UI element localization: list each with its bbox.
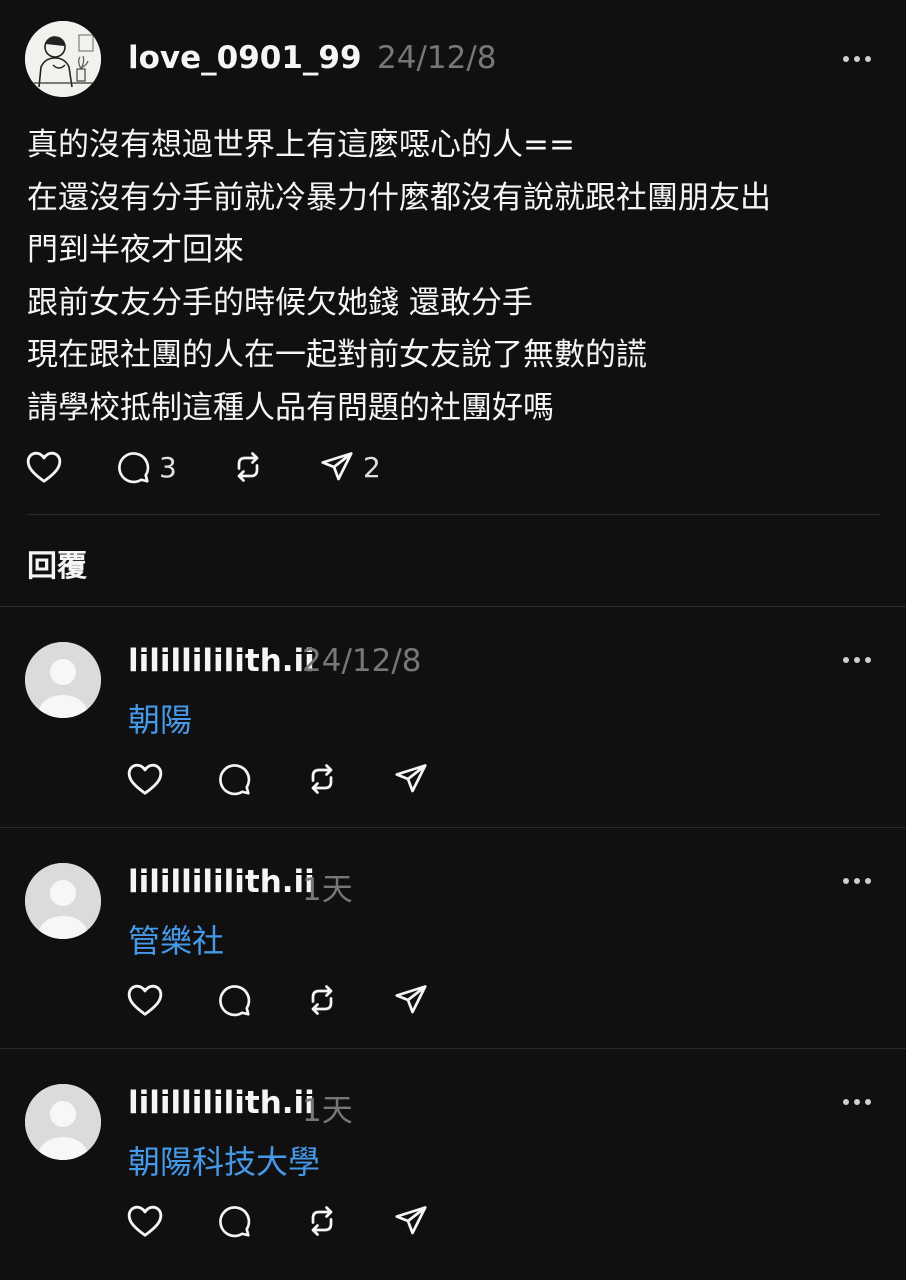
- repost-icon: [311, 764, 333, 794]
- sketch-avatar-icon: [25, 21, 101, 97]
- more-icon: [843, 1099, 871, 1105]
- send-icon: [395, 985, 427, 1014]
- reply-repost-button[interactable]: [304, 982, 340, 1018]
- comment-icon: [219, 1206, 251, 1238]
- post-line: 現在跟社團的人在一起對前女友說了無數的謊: [27, 337, 647, 373]
- reply-like-button[interactable]: [126, 1203, 164, 1239]
- reply-item: lilillililith.ii 1天 朝陽科技大學: [0, 1049, 906, 1269]
- repost-icon: [311, 985, 333, 1015]
- post-share-button[interactable]: 2: [319, 449, 381, 485]
- post-like-button[interactable]: [25, 449, 63, 485]
- reply-text[interactable]: 朝陽: [128, 695, 192, 741]
- comment-icon: [219, 764, 251, 796]
- send-icon: [321, 452, 353, 481]
- share-count: 2: [363, 450, 381, 484]
- post-line: 請學校抵制這種人品有問題的社團好嗎: [27, 389, 554, 426]
- reply-comment-button[interactable]: [216, 982, 252, 1018]
- reply-more-button[interactable]: [837, 869, 877, 893]
- post-timestamp: 24/12/8: [377, 40, 497, 76]
- reply-repost-button[interactable]: [304, 1203, 340, 1239]
- post-comment-button[interactable]: 3: [115, 449, 177, 485]
- reply-like-button[interactable]: [126, 982, 164, 1018]
- reply-timestamp: 1天: [302, 872, 353, 908]
- reply-share-button[interactable]: [393, 1203, 429, 1239]
- reply-text[interactable]: 朝陽科技大學: [128, 1137, 320, 1183]
- comment-count: 3: [159, 450, 177, 484]
- default-avatar-icon: [25, 863, 101, 939]
- reply-comment-button[interactable]: [216, 1203, 252, 1239]
- post-repost-button[interactable]: [230, 449, 266, 485]
- replies-heading: 回覆: [27, 549, 87, 584]
- reply-comment-button[interactable]: [216, 761, 252, 797]
- post-body: 真的沒有想過世界上有這麼噁心的人== 在還沒有分手前就冷暴力什麼都沒有說就跟社團…: [27, 119, 887, 434]
- reply-item: lilillililith.ii 1天 管樂社: [0, 828, 906, 1048]
- reply-share-button[interactable]: [393, 982, 429, 1018]
- send-icon: [395, 764, 427, 793]
- heart-icon: [127, 763, 163, 795]
- reply-avatar[interactable]: [25, 863, 101, 939]
- post-line: 在還沒有分手前就冷暴力什麼都沒有說就跟社團朋友出: [27, 179, 771, 216]
- reply-avatar[interactable]: [25, 642, 101, 718]
- default-avatar-icon: [25, 642, 101, 718]
- repost-icon: [311, 1206, 333, 1236]
- reply-username[interactable]: lilillililith.ii: [128, 1085, 315, 1121]
- reply-timestamp: 1天: [302, 1093, 353, 1129]
- post-line: 跟前女友分手的時候欠她錢 還敢分手: [27, 284, 533, 321]
- reply-text[interactable]: 管樂社: [128, 916, 224, 962]
- post-line: 門到半夜才回來: [27, 232, 244, 268]
- post-author-username[interactable]: love_0901_99: [128, 40, 362, 76]
- more-icon: [843, 56, 871, 62]
- post-line: 真的沒有想過世界上有這麼噁心的人==: [27, 127, 575, 163]
- more-icon: [843, 657, 871, 663]
- heart-icon: [127, 984, 163, 1016]
- post-author-avatar[interactable]: [25, 21, 101, 97]
- default-avatar-icon: [25, 1084, 101, 1160]
- comment-icon: [118, 452, 150, 484]
- reply-item: lilillililith.ii 24/12/8 朝陽: [0, 607, 906, 827]
- post-more-button[interactable]: [837, 47, 877, 71]
- reply-share-button[interactable]: [393, 761, 429, 797]
- heart-icon: [127, 1205, 163, 1237]
- reply-repost-button[interactable]: [304, 761, 340, 797]
- reply-timestamp: 24/12/8: [302, 643, 422, 679]
- reply-username[interactable]: lilillililith.ii: [128, 643, 315, 679]
- comment-icon: [219, 985, 251, 1017]
- more-icon: [843, 878, 871, 884]
- reply-more-button[interactable]: [837, 1090, 877, 1114]
- repost-icon: [237, 452, 259, 482]
- reply-like-button[interactable]: [126, 761, 164, 797]
- post-divider: [27, 514, 880, 515]
- reply-more-button[interactable]: [837, 648, 877, 672]
- send-icon: [395, 1206, 427, 1235]
- heart-icon: [26, 451, 62, 483]
- reply-avatar[interactable]: [25, 1084, 101, 1160]
- reply-username[interactable]: lilillililith.ii: [128, 864, 315, 900]
